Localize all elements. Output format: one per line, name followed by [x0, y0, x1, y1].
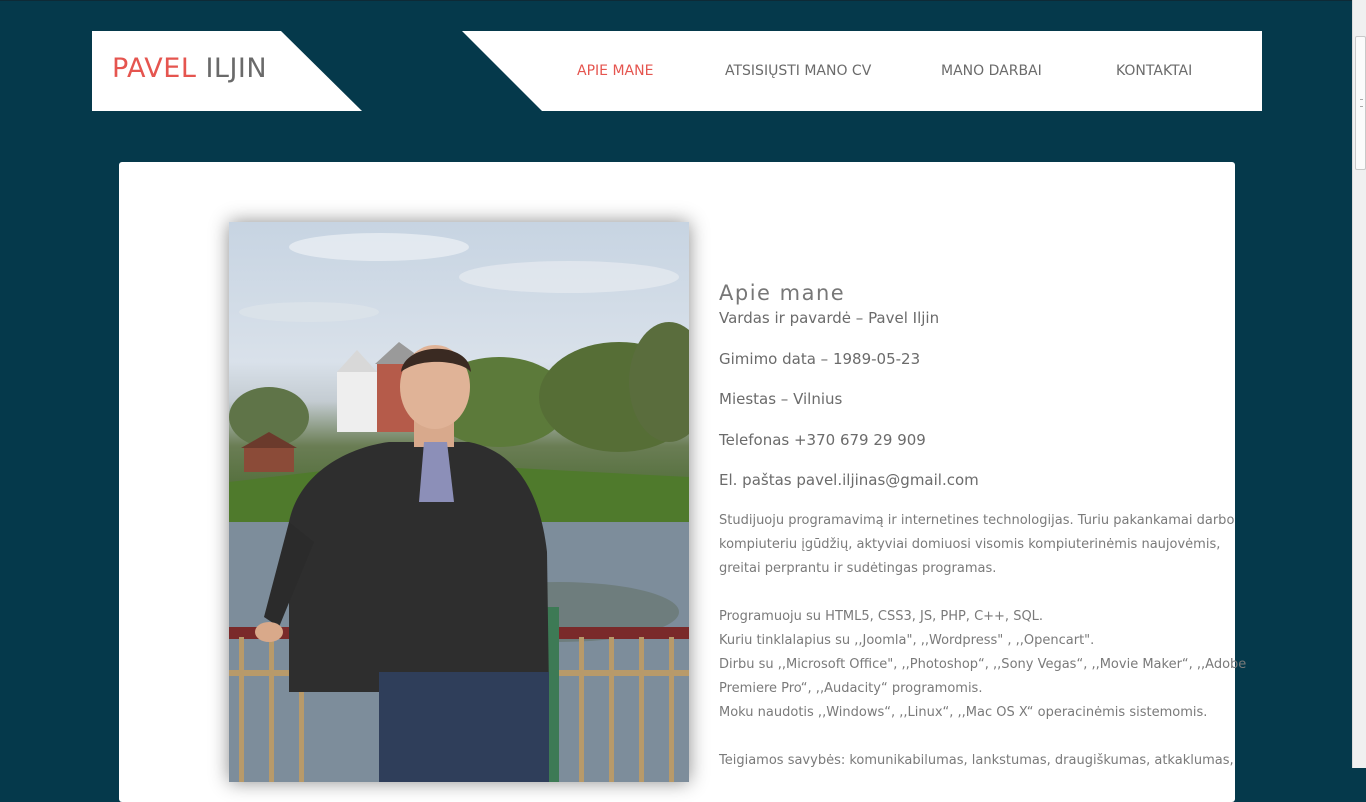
nav-item-cv-download[interactable]: ATSISIŲSTI MANO CV — [725, 63, 871, 79]
paragraph-line: kompiuteriu įgūdžių, aktyviai domiuosi v… — [719, 537, 1221, 552]
scrollbar-thumb[interactable] — [1355, 36, 1366, 170]
info-email: El. paštas pavel.iljinas@gmail.com — [719, 471, 979, 489]
paragraph-line: Moku naudotis ,,Windows“, ,,Linux“, ,,Ma… — [719, 705, 1208, 720]
about-title: Apie mane — [719, 281, 846, 306]
info-name: Vardas ir pavardė – Pavel Iljin — [719, 309, 940, 327]
paragraph-line: Dirbu su ,,Microsoft Office", ,,Photosho… — [719, 657, 1247, 672]
info-birthdate: Gimimo data – 1989-05-23 — [719, 350, 921, 368]
paragraph-line: Premiere Pro“, ,,Audacity“ programomis. — [719, 681, 983, 696]
logo-text[interactable]: PAVEL ILJIN — [112, 53, 267, 84]
main-navigation: APIE MANE ATSISIŲSTI MANO CV MANO DARBAI… — [462, 31, 1262, 111]
paragraph-line: Teigiamos savybės: komunikabilumas, lank… — [719, 753, 1234, 768]
info-city: Miestas – Vilnius — [719, 390, 843, 408]
vertical-scrollbar[interactable] — [1352, 0, 1366, 768]
profile-photo — [229, 222, 689, 782]
content-card: Apie mane Vardas ir pavardė – Pavel Ilji… — [119, 162, 1247, 802]
nav-item-apie-mane[interactable]: APIE MANE — [577, 63, 653, 79]
window-top-border — [0, 0, 1366, 1]
about-paragraph-skills: Programuoju su HTML5, CSS3, JS, PHP, C++… — [719, 605, 1247, 725]
site-logo[interactable]: PAVEL ILJIN — [92, 31, 362, 111]
info-phone: Telefonas +370 679 29 909 — [719, 431, 926, 449]
about-paragraph-traits: Teigiamos savybės: komunikabilumas, lank… — [719, 749, 1234, 773]
paragraph-line: Studijuoju programavimą ir internetines … — [719, 513, 1235, 528]
paragraph-line: greitai perprantu ir sudėtingas programa… — [719, 561, 997, 576]
nav-item-mano-darbai[interactable]: MANO DARBAI — [941, 63, 1042, 79]
profile-photo-illustration — [229, 233, 689, 782]
about-paragraph-studies: Studijuoju programavimą ir internetines … — [719, 509, 1235, 581]
scrollbar-grip-icon — [1360, 99, 1363, 107]
logo-first-name: PAVEL — [112, 53, 197, 84]
paragraph-line: Kuriu tinklalapius su ,,Joomla", ,,Wordp… — [719, 633, 1095, 648]
logo-last-name: ILJIN — [205, 53, 268, 84]
paragraph-line: Programuoju su HTML5, CSS3, JS, PHP, C++… — [719, 609, 1044, 624]
nav-item-kontaktai[interactable]: KONTAKTAI — [1116, 63, 1192, 79]
